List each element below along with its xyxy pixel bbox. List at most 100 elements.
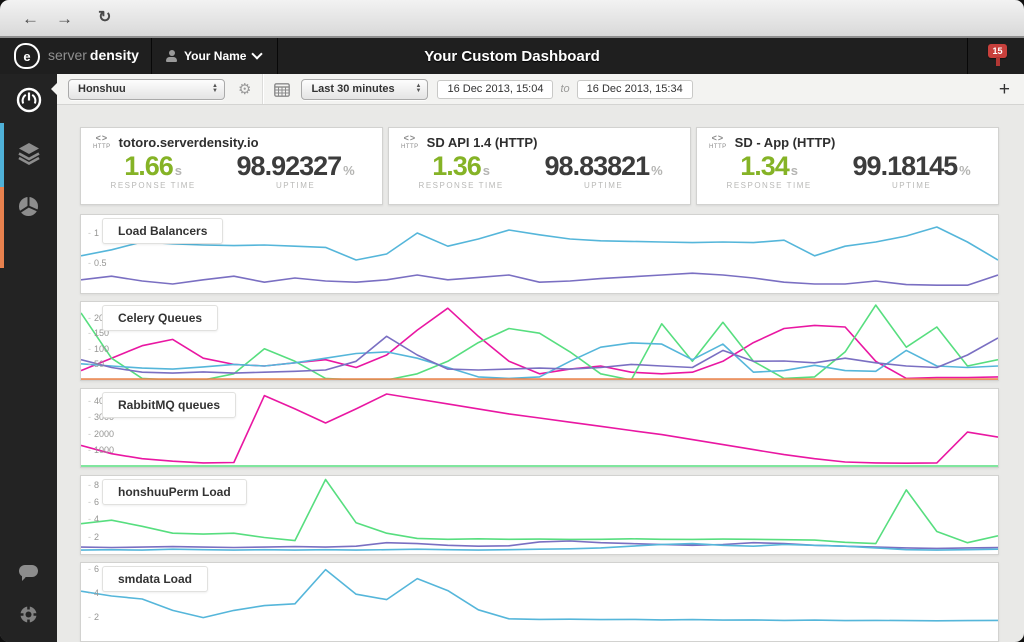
add-widget-button[interactable]: +: [999, 80, 1010, 99]
back-icon[interactable]: ←: [22, 10, 39, 27]
segmented-globe-icon[interactable]: [16, 193, 42, 219]
edge-strip-orange: [0, 187, 4, 268]
browser-window: ← → ↻ e server density Your Name Your Cus…: [0, 0, 1024, 642]
stat-card-title: SD - App (HTTP): [734, 134, 836, 150]
stat-cards-row: <> HTTP totoro.serverdensity.io 1.66 s RES…: [80, 127, 999, 205]
layers-icon[interactable]: [16, 140, 42, 166]
app-header: e server density Your Name Your Custom Da…: [0, 38, 1024, 74]
http-check-icon: <> HTTP: [401, 133, 419, 151]
uptime-label: UPTIME: [892, 181, 932, 191]
uptime-label: UPTIME: [276, 181, 316, 191]
chart-panel-honshuuperm-load: -8 -6 -4 -2 honshuuPerm Load: [80, 475, 999, 555]
charts-area: -1-0.5Load Balancers-200-150-100-50Celer…: [80, 214, 999, 642]
toolbar-divider: [262, 74, 264, 104]
sidebar: [0, 74, 57, 642]
http-check-icon: <> HTTP: [709, 133, 727, 151]
alerts-count: 15: [992, 46, 1003, 56]
header-divider: [967, 38, 968, 74]
response-time-label: RESPONSE TIME: [110, 181, 196, 191]
response-time-value: 1.66: [124, 151, 174, 181]
uptime-value: 99.18145: [852, 151, 959, 181]
content-area: Honshuu ▲ ▼ ⚙ Last 30 minutes ▲ ▼ 16 Dec…: [51, 74, 1024, 642]
uptime-metric: 99.18145% UPTIME: [833, 151, 990, 191]
response-time-metric: 1.34 s RESPONSE TIME: [705, 151, 833, 191]
y-axis-tick: -50: [88, 359, 105, 369]
stat-card-title: SD API 1.4 (HTTP): [426, 134, 538, 150]
edge-strip-blue: [0, 123, 4, 187]
response-time-metric: 1.66 s RESPONSE TIME: [89, 151, 217, 191]
response-time-label: RESPONSE TIME: [726, 181, 812, 191]
response-time-value: 1.36: [432, 151, 482, 181]
response-time-value: 1.34: [740, 151, 790, 181]
dashboard-board: <> HTTP totoro.serverdensity.io 1.66 s RES…: [57, 105, 1024, 642]
response-time-unit: s: [482, 163, 491, 178]
uptime-unit: %: [959, 163, 971, 178]
server-density-logo[interactable]: e server density: [0, 38, 152, 74]
uptime-value: 98.83821: [544, 151, 651, 181]
y-axis-tick: -2: [88, 612, 100, 622]
logo-icon: e: [14, 43, 40, 69]
chart-panel-celery-queues: -200-150-100-50Celery Queues: [80, 301, 999, 381]
brand-text: server density: [48, 47, 139, 63]
chart-widget-title[interactable]: Load Balancers: [102, 218, 224, 244]
dashboard-gauge-icon[interactable]: [16, 87, 42, 113]
dashboard-toolbar: Honshuu ▲ ▼ ⚙ Last 30 minutes ▲ ▼ 16 Dec…: [51, 74, 1024, 105]
chart-panel-rabbitmq-queues: -4000-3000-2000-1000RabbitMQ queues: [80, 388, 999, 468]
y-axis-tick: -1: [88, 228, 100, 238]
date-to-input[interactable]: 16 Dec 2013, 15:34: [576, 79, 693, 99]
stat-card-sd-api[interactable]: <> HTTP SD API 1.4 (HTTP) 1.36 s RESPONSE …: [388, 127, 691, 205]
chart-canvas: [81, 563, 998, 641]
response-time-label: RESPONSE TIME: [418, 181, 504, 191]
series-line-purple: [81, 273, 998, 285]
chart-panel-smdata-load: -6 -4 -2 smdata Load: [80, 562, 999, 642]
refresh-icon[interactable]: ↻: [98, 10, 111, 26]
y-axis-tick: -4: [88, 588, 100, 598]
dashboard-select-value: Honshuu: [78, 83, 126, 95]
uptime-metric: 98.92327% UPTIME: [217, 151, 374, 191]
chat-bubble-icon[interactable]: [16, 558, 42, 584]
y-axis-tick: -2: [88, 532, 100, 542]
chart-widget-title[interactable]: RabbitMQ queues: [102, 392, 237, 418]
series-line-purple: [81, 336, 998, 373]
browser-toolbar: ← → ↻: [0, 0, 1024, 38]
user-icon: [166, 50, 177, 62]
y-axis-tick: -6: [88, 564, 100, 574]
chart-widget-title[interactable]: Celery Queues: [102, 305, 219, 331]
user-menu[interactable]: Your Name: [152, 38, 279, 74]
calendar-icon[interactable]: [274, 82, 291, 97]
select-arrows-icon: ▲ ▼: [415, 83, 422, 94]
alerts-badge[interactable]: 15: [988, 44, 1007, 66]
y-axis-tick: -4: [88, 514, 100, 524]
series-line-cyan: [81, 570, 998, 621]
gear-icon[interactable]: ⚙: [238, 82, 251, 97]
uptime-unit: %: [651, 163, 663, 178]
uptime-metric: 98.83821% UPTIME: [525, 151, 682, 191]
chart-widget-title[interactable]: smdata Load: [102, 566, 209, 592]
response-time-metric: 1.36 s RESPONSE TIME: [397, 151, 525, 191]
response-time-unit: s: [790, 163, 799, 178]
stat-card-title: totoro.serverdensity.io: [118, 134, 259, 150]
dashboard-select[interactable]: Honshuu ▲ ▼: [68, 78, 225, 100]
user-name-label: Your Name: [184, 49, 247, 63]
chart-canvas: [81, 302, 998, 380]
date-from-input[interactable]: 16 Dec 2013, 15:04: [437, 79, 554, 99]
uptime-value: 98.92327: [236, 151, 343, 181]
stat-card-sd-app[interactable]: <> HTTP SD - App (HTTP) 1.34 s RESPONSE TI…: [696, 127, 999, 205]
y-axis-tick: -0.5: [88, 258, 107, 268]
chart-widget-title[interactable]: honshuuPerm Load: [102, 479, 247, 505]
http-check-icon: <> HTTP: [93, 133, 111, 151]
time-range-select[interactable]: Last 30 minutes ▲ ▼: [301, 78, 429, 100]
settings-gear-icon[interactable]: [16, 601, 42, 627]
stat-card-totoro[interactable]: <> HTTP totoro.serverdensity.io 1.66 s RES…: [80, 127, 383, 205]
chart-panel-load-balancers: -1 -0.5 Load Balancers: [80, 214, 999, 294]
y-axis-tick: -1000: [88, 445, 115, 455]
to-label: to: [560, 83, 570, 95]
uptime-label: UPTIME: [584, 181, 624, 191]
forward-icon[interactable]: →: [56, 10, 73, 27]
time-range-value: Last 30 minutes: [311, 83, 395, 95]
select-arrows-icon: ▲ ▼: [212, 83, 218, 94]
y-axis-tick: -6: [88, 497, 100, 507]
uptime-unit: %: [343, 163, 355, 178]
y-axis-tick: -2000: [88, 429, 115, 439]
chevron-down-icon: [251, 48, 264, 60]
